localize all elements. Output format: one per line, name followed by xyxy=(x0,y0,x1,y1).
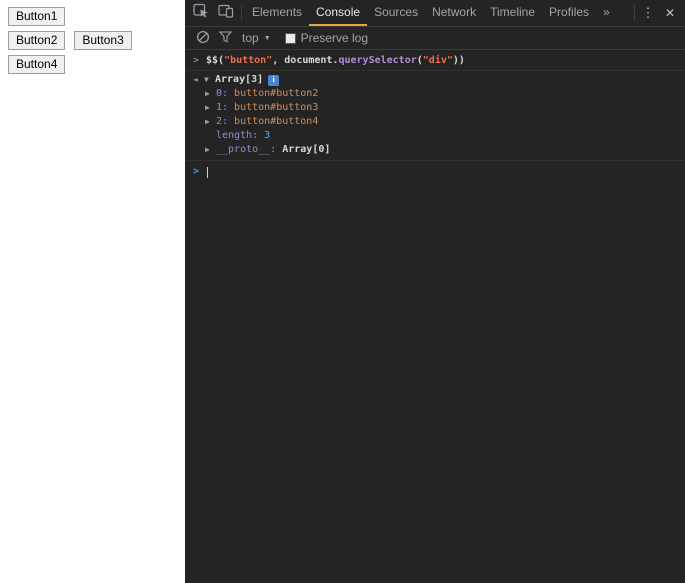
property-value-node: button#button3 xyxy=(234,102,319,113)
command-string-token: "div" xyxy=(422,55,453,66)
array-length-row: length: 3 xyxy=(185,129,685,143)
execution-context-selector[interactable]: top ▼ xyxy=(242,31,271,45)
tab-profiles[interactable]: Profiles xyxy=(542,0,596,26)
inspect-element-button[interactable] xyxy=(188,0,213,26)
live-object-info-icon[interactable]: i xyxy=(268,74,280,86)
tab-elements[interactable]: Elements xyxy=(245,0,309,26)
button-row-1: Button1 xyxy=(8,7,177,26)
command-method-token: querySelector xyxy=(338,55,417,66)
command-token: , document. xyxy=(272,55,339,66)
devtools-main-toolbar: Elements Console Sources Network Timelin… xyxy=(185,0,685,27)
page-button-4[interactable]: Button4 xyxy=(8,55,66,74)
property-value-node: button#button2 xyxy=(234,88,319,99)
property-key: 0: xyxy=(216,88,229,99)
toolbar-separator-right xyxy=(634,5,635,21)
property-value-number: 3 xyxy=(264,130,271,141)
disclosure-triangle-icon[interactable]: ▶ xyxy=(205,115,216,129)
execution-context-label: top xyxy=(242,31,259,45)
tab-timeline[interactable]: Timeline xyxy=(483,0,542,26)
text-caret xyxy=(207,166,208,178)
command-token: )) xyxy=(452,55,465,66)
console-result-row: ◄ ▼ Array[3] i xyxy=(185,73,685,87)
kebab-menu-icon: ⋮ xyxy=(641,5,655,20)
toolbar-separator xyxy=(241,5,242,21)
inspect-cursor-icon xyxy=(192,3,209,23)
close-icon: ✕ xyxy=(664,6,676,20)
filter-funnel-icon xyxy=(218,30,232,46)
property-key: __proto__: xyxy=(216,144,277,155)
property-key: length: xyxy=(216,130,259,141)
array-proto-row: ▶ __proto__: Array[0] xyxy=(185,143,685,157)
devtools-close-button[interactable]: ✕ xyxy=(658,0,682,26)
command-string-token: "button" xyxy=(224,55,273,66)
console-toolbar: top ▼ Preserve log xyxy=(185,27,685,50)
command-prompt-icon: > xyxy=(193,55,200,66)
clear-console-button[interactable] xyxy=(192,30,214,47)
returned-value-arrow-icon: ◄ xyxy=(193,75,198,84)
array-item-row: ▶ 0: button#button2 xyxy=(185,87,685,101)
disclosure-triangle-icon[interactable]: ▶ xyxy=(205,143,216,157)
device-toolbar-button[interactable] xyxy=(213,0,238,26)
console-result-group: ◄ ▼ Array[3] i ▶ 0: button#button2 ▶ 1: … xyxy=(185,71,685,161)
tab-console[interactable]: Console xyxy=(309,0,368,26)
devtools-tabs: Elements Console Sources Network Timelin… xyxy=(245,0,617,26)
result-array-label: Array[3] xyxy=(215,74,264,85)
property-key: 1: xyxy=(216,102,229,113)
button-row-2: Button2 Button3 xyxy=(8,31,177,50)
tab-sources[interactable]: Sources xyxy=(367,0,425,26)
clear-console-icon xyxy=(196,30,210,47)
page-button-2[interactable]: Button2 xyxy=(8,31,66,50)
command-token: $$( xyxy=(206,55,225,66)
console-input-prompt-icon: > xyxy=(193,166,200,177)
page-button-3[interactable]: Button3 xyxy=(74,31,132,50)
filter-button[interactable] xyxy=(214,30,236,46)
tab-overflow-chevrons[interactable]: » xyxy=(596,0,617,26)
browser-page: Button1 Button2 Button3 Button4 xyxy=(0,0,185,583)
devtools-menu-button[interactable]: ⋮ xyxy=(638,0,658,26)
devtools-panel: Elements Console Sources Network Timelin… xyxy=(185,0,685,583)
property-value-node: button#button4 xyxy=(234,116,319,127)
screen: Button1 Button2 Button3 Button4 Elements… xyxy=(0,0,685,583)
disclosure-triangle-icon[interactable]: ▶ xyxy=(205,101,216,115)
page-button-1[interactable]: Button1 xyxy=(8,7,66,26)
disclosure-triangle-expanded-icon[interactable]: ▼ xyxy=(204,73,215,87)
console-output: > $$("button", document. querySelector("d… xyxy=(185,50,685,583)
tab-network[interactable]: Network xyxy=(425,0,483,26)
disclosure-triangle-icon[interactable]: ▶ xyxy=(205,87,216,101)
property-key: 2: xyxy=(216,116,229,127)
chevron-down-icon: ▼ xyxy=(263,34,271,42)
preserve-log-label[interactable]: Preserve log xyxy=(301,31,368,45)
preserve-log-checkbox[interactable] xyxy=(284,32,296,44)
array-item-row: ▶ 2: button#button4 xyxy=(185,115,685,129)
button-row-3: Button4 xyxy=(8,55,177,74)
property-value-object: Array[0] xyxy=(282,144,331,155)
device-toolbar-icon xyxy=(217,4,234,23)
console-command-row: > $$("button", document. querySelector("d… xyxy=(185,53,685,71)
console-input[interactable]: > xyxy=(185,161,685,179)
array-item-row: ▶ 1: button#button3 xyxy=(185,101,685,115)
